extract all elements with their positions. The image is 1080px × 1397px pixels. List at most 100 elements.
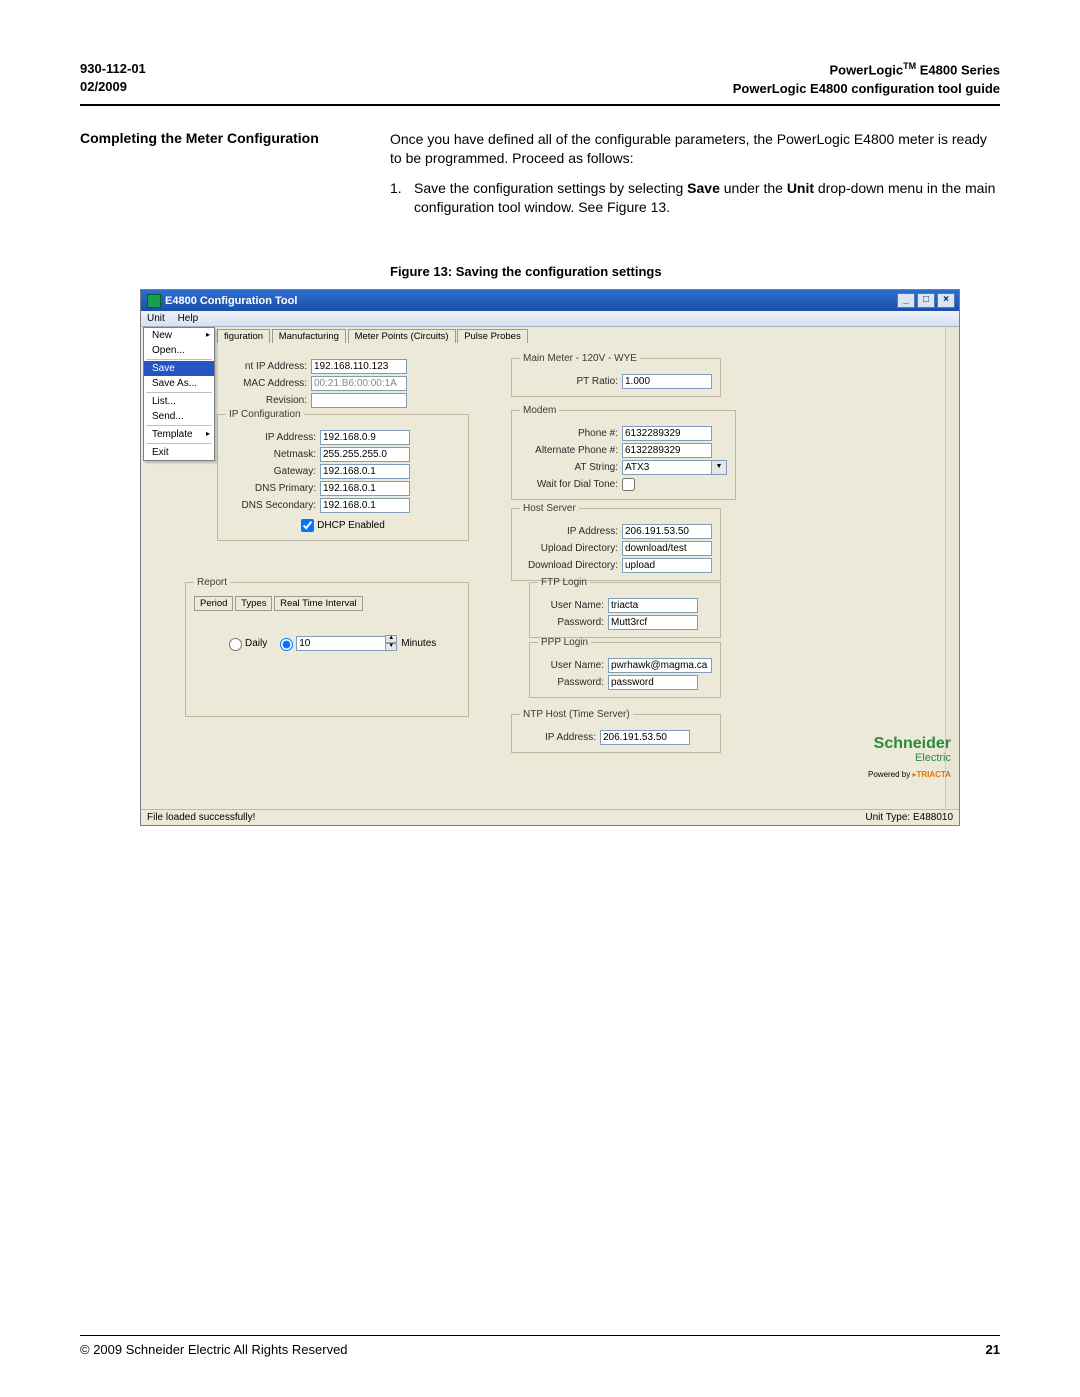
minutes-label: Minutes (401, 638, 436, 649)
maximize-button[interactable]: □ (917, 293, 935, 308)
section-heading: Completing the Meter Configuration (80, 130, 390, 224)
dns-secondary-input[interactable] (320, 498, 410, 513)
ppp-pass-input[interactable] (608, 675, 698, 690)
phone-input[interactable] (622, 426, 712, 441)
step-1: 1. Save the configuration settings by se… (390, 179, 1000, 218)
ppp-login-legend: PPP Login (538, 637, 591, 648)
chevron-down-icon[interactable]: ▼ (712, 460, 727, 475)
menu-item-new[interactable]: New▸ (144, 328, 214, 343)
pt-ratio-label: PT Ratio: (520, 376, 622, 387)
doc-number: 930-112-01 (80, 60, 146, 78)
ntp-ip-input[interactable] (600, 730, 690, 745)
report-tab-rti[interactable]: Real Time Interval (274, 596, 363, 611)
ntp-ip-label: IP Address: (520, 732, 600, 743)
ident-ip-input[interactable] (311, 359, 407, 374)
figure-caption: Figure 13: Saving the configuration sett… (390, 264, 1000, 279)
menu-item-list[interactable]: List... (144, 394, 214, 409)
report-minutes-radio[interactable] (280, 638, 293, 651)
page-footer: © 2009 Schneider Electric All Rights Res… (80, 1335, 1000, 1357)
ident-rev-input[interactable] (311, 393, 407, 408)
menu-item-send[interactable]: Send... (144, 409, 214, 424)
step-text: Save the configuration settings by selec… (414, 179, 1000, 218)
report-tab-types[interactable]: Types (235, 596, 272, 611)
spin-down-icon[interactable]: ▼ (385, 643, 397, 651)
tab-pulse-probes[interactable]: Pulse Probes (457, 329, 528, 343)
ident-mac-input[interactable] (311, 376, 407, 391)
ident-ip-label: nt IP Address: (217, 361, 311, 372)
ntp-host-legend: NTP Host (Time Server) (520, 709, 633, 720)
ip-address-label: IP Address: (226, 432, 320, 443)
ident-group: nt IP Address: MAC Address: Revision: (217, 357, 407, 409)
close-button[interactable]: × (937, 293, 955, 308)
window-title: E4800 Configuration Tool (165, 295, 897, 307)
ppp-login-group: PPP Login User Name: Password: (529, 637, 721, 698)
download-dir-input[interactable] (622, 558, 712, 573)
ip-config-legend: IP Configuration (226, 409, 304, 420)
tab-meter-points[interactable]: Meter Points (Circuits) (348, 329, 456, 343)
status-message: File loaded successfully! (147, 812, 255, 823)
page-number: 21 (986, 1342, 1000, 1357)
pt-ratio-input[interactable] (622, 374, 712, 389)
menu-item-template[interactable]: Template▸ (144, 427, 214, 442)
upload-dir-input[interactable] (622, 541, 712, 556)
alt-phone-label: Alternate Phone #: (520, 445, 622, 456)
report-daily-label: Daily (245, 638, 267, 649)
ident-mac-label: MAC Address: (217, 378, 311, 389)
ip-config-group: IP Configuration IP Address: Netmask: Ga… (217, 409, 469, 541)
page-header: 930-112-01 02/2009 PowerLogicTM E4800 Se… (80, 60, 1000, 106)
product-series: PowerLogicTM E4800 Series (733, 60, 1000, 80)
at-string-combo[interactable]: ▼ (622, 460, 727, 475)
tab-manufacturing[interactable]: Manufacturing (272, 329, 346, 343)
report-legend: Report (194, 577, 230, 588)
main-meter-group: Main Meter - 120V - WYE PT Ratio: (511, 353, 721, 397)
schneider-logo: Schneider (868, 736, 951, 752)
dns-secondary-label: DNS Secondary: (226, 500, 320, 511)
ident-rev-label: Revision: (217, 395, 311, 406)
screenshot-window: E4800 Configuration Tool _ □ × Unit Help… (140, 289, 960, 826)
at-string-label: AT String: (520, 462, 622, 473)
tabs: figuration Manufacturing Meter Points (C… (217, 329, 527, 343)
tab-configuration[interactable]: figuration (217, 329, 270, 343)
app-icon (147, 294, 161, 308)
menu-separator (146, 359, 212, 360)
gateway-input[interactable] (320, 464, 410, 479)
dial-tone-checkbox[interactable] (622, 478, 635, 491)
host-server-group: Host Server IP Address: Upload Directory… (511, 503, 721, 581)
ppp-pass-label: Password: (538, 677, 608, 688)
minutes-stepper[interactable]: ▲ ▼ (296, 635, 397, 651)
at-string-input[interactable] (622, 460, 712, 475)
report-tab-period[interactable]: Period (194, 596, 233, 611)
dns-primary-label: DNS Primary: (226, 483, 320, 494)
menu-item-open[interactable]: Open... (144, 343, 214, 358)
menu-unit[interactable]: Unit (147, 313, 165, 324)
spin-up-icon[interactable]: ▲ (385, 635, 397, 643)
chevron-right-icon: ▸ (206, 429, 210, 438)
ppp-user-input[interactable] (608, 658, 712, 673)
netmask-label: Netmask: (226, 449, 320, 460)
ip-address-input[interactable] (320, 430, 410, 445)
menu-item-save-as[interactable]: Save As... (144, 376, 214, 391)
titlebar: E4800 Configuration Tool _ □ × (141, 290, 959, 311)
host-ip-input[interactable] (622, 524, 712, 539)
ftp-user-label: User Name: (538, 600, 608, 611)
report-daily-radio[interactable] (229, 638, 242, 651)
dhcp-label: DHCP Enabled (317, 520, 385, 531)
dns-primary-input[interactable] (320, 481, 410, 496)
menu-item-exit[interactable]: Exit (144, 445, 214, 460)
netmask-input[interactable] (320, 447, 410, 462)
menu-item-save[interactable]: Save (144, 361, 214, 376)
menubar: Unit Help (141, 311, 959, 327)
guide-title: PowerLogic E4800 configuration tool guid… (733, 80, 1000, 98)
phone-label: Phone #: (520, 428, 622, 439)
dhcp-checkbox[interactable] (301, 519, 314, 532)
menu-help[interactable]: Help (178, 313, 199, 324)
minimize-button[interactable]: _ (897, 293, 915, 308)
ftp-pass-label: Password: (538, 617, 608, 628)
ftp-login-group: FTP Login User Name: Password: (529, 577, 721, 638)
upload-dir-label: Upload Directory: (520, 543, 622, 554)
alt-phone-input[interactable] (622, 443, 712, 458)
minutes-input[interactable] (296, 636, 386, 651)
copyright: © 2009 Schneider Electric All Rights Res… (80, 1342, 348, 1357)
ftp-user-input[interactable] (608, 598, 698, 613)
ftp-pass-input[interactable] (608, 615, 698, 630)
